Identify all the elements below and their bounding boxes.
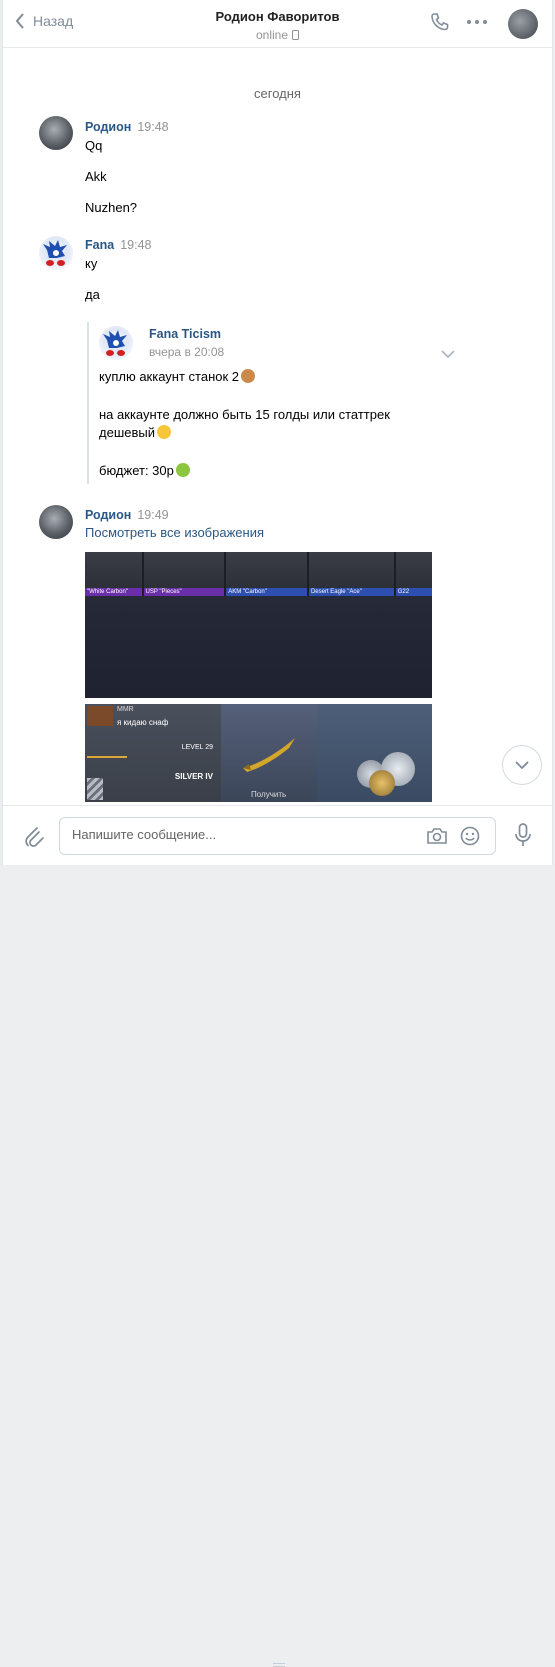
skin-label: Desert Eagle "Ace" xyxy=(308,588,394,596)
rank-text: MMR xyxy=(117,706,134,713)
attached-image[interactable]: "White Carbon" USP "Pieces" AKМ "Carbon"… xyxy=(85,552,432,698)
scroll-down-button[interactable] xyxy=(502,745,542,785)
message-time: 19:49 xyxy=(137,508,169,522)
status-text: online xyxy=(255,28,289,42)
attach-icon[interactable] xyxy=(23,824,45,848)
view-all-images-link[interactable]: Посмотреть все изображения xyxy=(85,525,264,540)
more-icon[interactable] xyxy=(466,18,488,26)
skin-cell: USP "Pieces" xyxy=(143,552,227,596)
message-composer xyxy=(3,805,552,1667)
message-text: Qq xyxy=(85,138,103,153)
message-author[interactable]: Fana 19:48 xyxy=(85,238,151,252)
chat-window: Назад Родион Фаворитов online сегодня Ро… xyxy=(2,0,553,1667)
camera-icon[interactable] xyxy=(426,827,448,845)
chat-header: Назад Родион Фаворитов online xyxy=(3,0,552,48)
message-input[interactable] xyxy=(72,827,402,842)
skull-icon xyxy=(369,770,395,796)
money-emoji-icon xyxy=(175,463,190,477)
sonic-avatar-icon xyxy=(103,330,127,356)
header-avatar[interactable] xyxy=(508,9,538,39)
chevron-down-icon xyxy=(515,761,529,769)
profile-name: я кидаю снаф xyxy=(117,718,169,727)
message-author[interactable]: Родион 19:49 xyxy=(85,508,169,522)
golden-knife-icon xyxy=(243,738,295,772)
avatar[interactable] xyxy=(99,326,133,360)
message-author[interactable]: Родион 19:48 xyxy=(85,120,169,134)
message-input-box[interactable] xyxy=(59,817,496,855)
online-status: online xyxy=(3,28,552,42)
forwarded-text: на аккаунте должно быть 15 голды или ста… xyxy=(99,407,390,422)
skin-cell: Desert Eagle "Ace" xyxy=(308,552,396,596)
profile-picture xyxy=(87,706,113,726)
avatar[interactable] xyxy=(39,505,73,539)
xp-bar xyxy=(87,756,127,758)
level-text: LEVEL 29 xyxy=(181,744,213,751)
profile-panel: MMR я кидаю снаф LEVEL 29 SILVER IV xyxy=(85,704,221,802)
date-divider: сегодня xyxy=(254,86,301,101)
skin-cell: AKМ "Carbon" xyxy=(226,552,309,596)
attached-image[interactable]: MMR я кидаю снаф LEVEL 29 SILVER IV Полу… xyxy=(85,704,432,802)
chevron-down-icon[interactable] xyxy=(441,350,455,358)
get-button-text: Получить xyxy=(251,790,287,799)
skin-label: "White Carbon" xyxy=(85,588,142,596)
message-text: ку xyxy=(85,256,98,271)
avatar[interactable] xyxy=(39,236,73,270)
resize-grip-icon[interactable] xyxy=(273,1663,285,1667)
message-text: Nuzhen? xyxy=(85,200,138,215)
rank-badge-text: SILVER IV xyxy=(174,772,213,781)
smile-emoji-icon xyxy=(157,425,171,439)
message-text: Akk xyxy=(85,169,107,184)
message-time: 19:48 xyxy=(120,238,152,252)
microphone-icon[interactable] xyxy=(514,823,532,847)
forwarded-text: бюджет: 30р xyxy=(99,462,190,480)
forwarded-text: дешевый xyxy=(99,424,171,442)
message-text: да xyxy=(85,287,100,302)
skins-strip: "White Carbon" USP "Pieces" AKМ "Carbon"… xyxy=(85,552,432,596)
skin-label: AKМ "Carbon" xyxy=(226,588,307,596)
forwarded-author[interactable]: Fana Ticism xyxy=(149,327,221,341)
silver-rank-icon xyxy=(87,778,103,800)
message-time: 19:48 xyxy=(137,120,169,134)
skin-label: G22 xyxy=(395,588,432,596)
forwarded-date[interactable]: вчера в 20:08 xyxy=(149,345,224,359)
phone-icon[interactable] xyxy=(430,12,450,32)
mobile-icon xyxy=(292,30,300,40)
sonic-avatar-icon xyxy=(43,240,67,266)
monkey-emoji-icon xyxy=(241,369,256,383)
skin-label: USP "Pieces" xyxy=(143,588,225,596)
cases-panel xyxy=(317,704,432,802)
avatar[interactable] xyxy=(39,116,73,150)
skin-cell: "White Carbon" xyxy=(85,552,144,596)
smile-icon[interactable] xyxy=(460,826,480,846)
forwarded-text: куплю аккаунт станок 2 xyxy=(99,368,256,386)
forwarded-message[interactable]: Fana Ticism вчера в 20:08 куплю аккаунт … xyxy=(87,322,455,484)
reward-panel: Получить xyxy=(221,704,317,802)
skin-cell: G22 xyxy=(395,552,432,596)
